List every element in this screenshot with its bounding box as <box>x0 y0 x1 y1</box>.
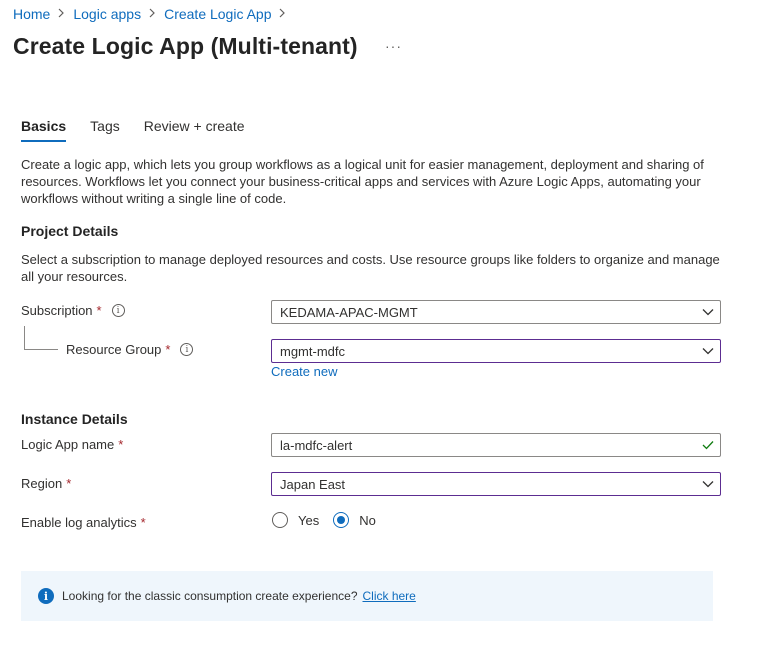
required-marker: * <box>118 437 124 452</box>
intro-line: resources. Workflows let you connect you… <box>21 174 701 189</box>
info-icon: i <box>38 588 54 604</box>
logic-app-name-input[interactable]: la-mdfc-alert <box>271 433 721 457</box>
logic-app-name-value: la-mdfc-alert <box>280 437 353 453</box>
region-label-text: Region <box>21 476 63 491</box>
info-icon[interactable]: i <box>180 343 194 356</box>
subscription-value: KEDAMA-APAC-MGMT <box>280 304 418 320</box>
resource-group-value: mgmt-mdfc <box>280 343 345 359</box>
required-marker: * <box>140 515 146 530</box>
checkmark-icon <box>696 440 720 450</box>
required-marker: * <box>66 476 72 491</box>
log-analytics-label: Enable log analytics * <box>21 515 146 530</box>
region-value: Japan East <box>280 476 346 492</box>
radio-no[interactable] <box>333 512 350 528</box>
chevron-right-icon <box>57 7 65 21</box>
intro-text: Create a logic app, which lets you group… <box>21 156 704 207</box>
subscription-dropdown[interactable]: KEDAMA-APAC-MGMT <box>271 300 721 324</box>
subscription-label: Subscription * i <box>21 303 125 318</box>
info-icon[interactable]: i <box>111 304 125 317</box>
banner-text: Looking for the classic consumption crea… <box>62 589 358 603</box>
radio-yes[interactable] <box>272 512 288 528</box>
radio-selected-dot <box>337 516 346 524</box>
required-marker: * <box>165 342 171 357</box>
page-title: Create Logic App (Multi-tenant) <box>13 33 358 59</box>
intro-line: Create a logic app, which lets you group… <box>21 157 704 172</box>
description-line: all your resources. <box>21 269 128 284</box>
project-details-heading: Project Details <box>21 223 119 239</box>
project-details-description: Select a subscription to manage deployed… <box>21 251 720 285</box>
chevron-right-icon <box>278 7 286 21</box>
required-marker: * <box>96 303 102 318</box>
intro-line: workflows without writing a single line … <box>21 191 287 206</box>
resource-group-dropdown[interactable]: mgmt-mdfc <box>271 339 721 363</box>
resource-group-label: Resource Group * i <box>66 342 194 357</box>
radio-yes-label[interactable]: Yes <box>298 513 319 528</box>
tab-basics[interactable]: Basics <box>21 118 67 142</box>
chevron-down-icon <box>696 347 720 355</box>
region-label: Region * <box>21 476 71 491</box>
more-options-button[interactable]: ··· <box>385 38 402 54</box>
chevron-right-icon <box>148 7 156 21</box>
tab-tags[interactable]: Tags <box>90 118 120 140</box>
logic-app-name-label: Logic App name * <box>21 437 123 452</box>
region-dropdown[interactable]: Japan East <box>271 472 721 496</box>
breadcrumb-home[interactable]: Home <box>13 6 50 22</box>
click-here-link[interactable]: Click here <box>363 589 416 603</box>
breadcrumb: Home Logic apps Create Logic App <box>13 5 294 23</box>
tree-connector <box>24 326 25 349</box>
log-analytics-label-text: Enable log analytics <box>21 515 137 530</box>
chevron-down-icon <box>696 308 720 316</box>
info-banner: i Looking for the classic consumption cr… <box>21 571 713 621</box>
resource-group-label-text: Resource Group <box>66 342 162 357</box>
description-line: Select a subscription to manage deployed… <box>21 252 720 267</box>
radio-no-label[interactable]: No <box>359 513 376 528</box>
breadcrumb-create-logic-app[interactable]: Create Logic App <box>164 6 271 22</box>
tab-review-create[interactable]: Review + create <box>144 118 245 140</box>
log-analytics-radio-group: Yes No <box>272 512 376 528</box>
tab-bar: Basics Tags Review + create <box>21 118 269 142</box>
tree-connector <box>24 349 58 350</box>
logic-app-name-label-text: Logic App name <box>21 437 115 452</box>
instance-details-heading: Instance Details <box>21 411 128 427</box>
subscription-label-text: Subscription <box>21 303 93 318</box>
chevron-down-icon <box>696 480 720 488</box>
create-new-link[interactable]: Create new <box>271 364 337 379</box>
breadcrumb-logic-apps[interactable]: Logic apps <box>73 6 141 22</box>
